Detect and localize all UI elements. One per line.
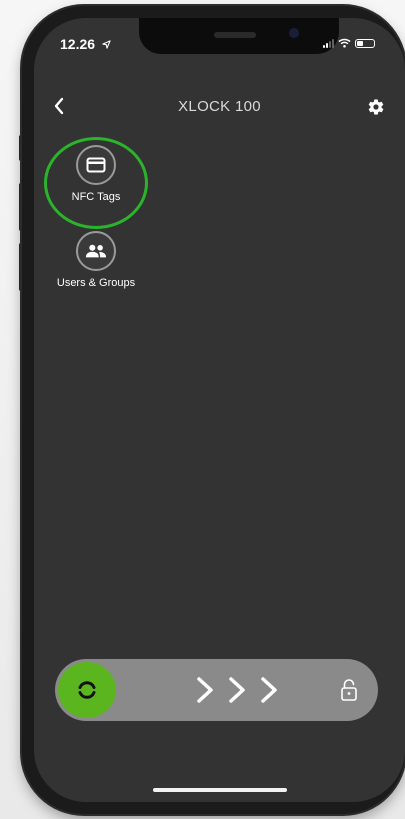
card-icon — [86, 157, 106, 173]
front-camera — [289, 28, 299, 38]
users-groups-icon-circle — [76, 231, 116, 271]
location-arrow-icon — [102, 40, 111, 49]
battery-icon — [355, 38, 375, 48]
nfc-tags-button[interactable]: NFC Tags — [48, 145, 144, 203]
status-time-text: 12.26 — [60, 36, 96, 52]
unlocked-padlock-icon — [341, 679, 357, 701]
app-screen: 12.26 XLOCK 100 NFC Tags Users & Groups — [34, 18, 405, 802]
slider-lock — [340, 678, 358, 707]
nfc-tags-label: NFC Tags — [71, 191, 121, 203]
page-title: XLOCK 100 — [178, 98, 261, 115]
chevron-right-icon — [197, 677, 213, 703]
cellular-signal-icon — [323, 38, 334, 48]
chevron-right-icon — [261, 677, 277, 703]
stage: 12.26 XLOCK 100 NFC Tags Users & Groups — [0, 0, 405, 819]
users-icon — [85, 244, 107, 258]
status-time: 12.26 — [60, 36, 111, 52]
users-groups-label: Users & Groups — [56, 277, 136, 289]
wifi-icon — [338, 38, 351, 48]
brand-logo-icon — [78, 681, 96, 699]
speaker-grille — [214, 32, 256, 38]
nfc-tags-icon-circle — [76, 145, 116, 185]
chevron-right-icon — [229, 677, 245, 703]
slider-knob[interactable] — [58, 662, 116, 718]
slide-arrows — [193, 675, 281, 705]
notch — [139, 18, 339, 54]
gear-icon — [368, 99, 384, 115]
settings-button[interactable] — [365, 96, 387, 118]
home-indicator[interactable] — [153, 788, 287, 792]
users-groups-button[interactable]: Users & Groups — [48, 231, 144, 289]
battery-level — [357, 40, 363, 46]
status-icons — [323, 38, 375, 48]
unlock-slider[interactable] — [55, 659, 378, 721]
